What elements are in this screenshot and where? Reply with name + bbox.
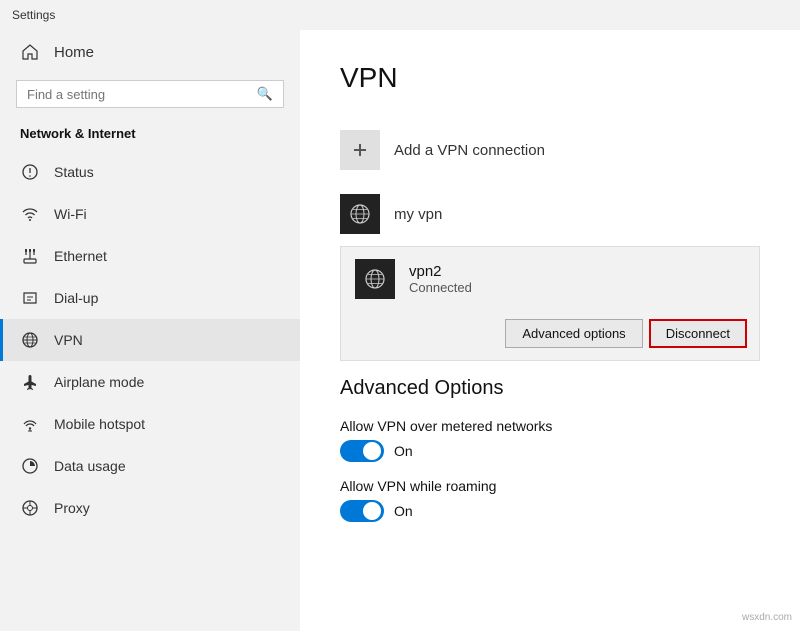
toggle-roaming-control: On xyxy=(340,500,760,522)
myvpn-name: my vpn xyxy=(394,206,442,223)
advanced-options-title: Advanced Options xyxy=(340,377,760,400)
sidebar-label-wifi: Wi-Fi xyxy=(54,206,87,222)
sidebar-label-vpn: VPN xyxy=(54,332,83,348)
wifi-icon xyxy=(20,204,40,224)
ethernet-icon xyxy=(20,246,40,266)
toggle-metered-value: On xyxy=(394,443,413,459)
sidebar-label-dialup: Dial-up xyxy=(54,290,98,306)
airplane-icon xyxy=(20,372,40,392)
sidebar-home-button[interactable]: Home xyxy=(0,30,300,74)
sidebar-item-status[interactable]: Status xyxy=(0,151,300,193)
search-box[interactable]: 🔍 xyxy=(16,80,284,108)
toggle-metered-control: On xyxy=(340,440,760,462)
toggle-metered-label: Allow VPN over metered networks xyxy=(340,418,760,434)
advanced-options-button[interactable]: Advanced options xyxy=(505,319,642,348)
search-input[interactable] xyxy=(27,87,257,102)
sidebar-item-wifi[interactable]: Wi-Fi xyxy=(0,193,300,235)
sidebar-label-proxy: Proxy xyxy=(54,500,90,516)
sidebar-item-airplane[interactable]: Airplane mode xyxy=(0,361,300,403)
home-icon xyxy=(20,42,40,62)
proxy-icon xyxy=(20,498,40,518)
watermark: wsxdn.com xyxy=(742,612,792,623)
toggle-roaming-value: On xyxy=(394,503,413,519)
main-layout: Home 🔍 Network & Internet Status xyxy=(0,30,800,631)
toggle-metered-switch[interactable] xyxy=(340,440,384,462)
home-label: Home xyxy=(54,44,94,61)
datausage-icon xyxy=(20,456,40,476)
toggle-roaming-row: Allow VPN while roaming On xyxy=(340,478,760,522)
sidebar-label-airplane: Airplane mode xyxy=(54,374,144,390)
sidebar-label-status: Status xyxy=(54,164,94,180)
add-vpn-button[interactable]: Add a VPN connection xyxy=(340,118,760,182)
add-vpn-icon-box xyxy=(340,130,380,170)
sidebar-item-ethernet[interactable]: Ethernet xyxy=(0,235,300,277)
page-title: VPN xyxy=(340,62,760,94)
vpn2-actions: Advanced options Disconnect xyxy=(341,311,759,360)
vpn2-expanded-panel: vpn2 Connected Advanced options Disconne… xyxy=(340,246,760,361)
sidebar-item-hotspot[interactable]: Mobile hotspot xyxy=(0,403,300,445)
vpn2-status: Connected xyxy=(409,280,472,295)
status-icon xyxy=(20,162,40,182)
sidebar-item-datausage[interactable]: Data usage xyxy=(0,445,300,487)
dialup-icon xyxy=(20,288,40,308)
sidebar-item-dialup[interactable]: Dial-up xyxy=(0,277,300,319)
title-bar: Settings xyxy=(0,0,800,30)
vpn2-inner[interactable]: vpn2 Connected xyxy=(341,247,759,311)
sidebar-section-title: Network & Internet xyxy=(0,122,300,151)
hotspot-icon xyxy=(20,414,40,434)
sidebar-label-hotspot: Mobile hotspot xyxy=(54,416,145,432)
sidebar: Home 🔍 Network & Internet Status xyxy=(0,30,300,631)
search-icon: 🔍 xyxy=(257,86,273,102)
sidebar-label-datausage: Data usage xyxy=(54,458,126,474)
vpn-icon xyxy=(20,330,40,350)
toggle-roaming-switch[interactable] xyxy=(340,500,384,522)
vpn2-name: vpn2 xyxy=(409,263,472,280)
content-area: VPN Add a VPN connection my vpn xyxy=(300,30,800,631)
title-bar-label: Settings xyxy=(12,8,55,22)
vpn2-icon xyxy=(355,259,395,299)
sidebar-item-proxy[interactable]: Proxy xyxy=(0,487,300,529)
disconnect-button[interactable]: Disconnect xyxy=(649,319,747,348)
vpn2-info: vpn2 Connected xyxy=(409,263,472,295)
sidebar-label-ethernet: Ethernet xyxy=(54,248,107,264)
toggle-roaming-label: Allow VPN while roaming xyxy=(340,478,760,494)
add-vpn-label: Add a VPN connection xyxy=(394,142,545,159)
sidebar-item-vpn[interactable]: VPN xyxy=(0,319,300,361)
toggle-metered-row: Allow VPN over metered networks On xyxy=(340,418,760,462)
myvpn-icon xyxy=(340,194,380,234)
myvpn-item[interactable]: my vpn xyxy=(340,182,760,246)
